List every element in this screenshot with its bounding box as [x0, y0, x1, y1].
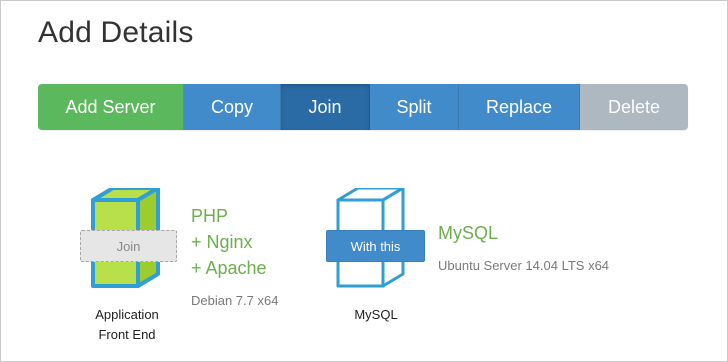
- server-label-line1: MySQL: [354, 307, 398, 322]
- page-title: Add Details: [38, 16, 194, 49]
- stack-item: PHP: [191, 206, 229, 226]
- stack-item: + Nginx: [191, 232, 253, 252]
- with-this-button[interactable]: With this: [326, 230, 425, 262]
- copy-button[interactable]: Copy: [184, 84, 281, 130]
- split-button[interactable]: Split: [370, 84, 459, 130]
- action-toolbar: Add Server Copy Join Split Replace Delet…: [38, 84, 688, 130]
- join-button[interactable]: Join: [281, 84, 370, 130]
- join-chip-button[interactable]: Join: [80, 230, 177, 262]
- server-label-line1: Application: [95, 307, 159, 322]
- server-os: Debian 7.7 x64: [191, 293, 279, 308]
- server-label: MySQL: [321, 305, 431, 325]
- server-stack: MySQL: [438, 220, 498, 246]
- server-label: Application Front End: [72, 305, 182, 345]
- delete-button[interactable]: Delete: [580, 84, 688, 130]
- stack-item: MySQL: [438, 223, 499, 243]
- server-stack: PHP + Nginx + Apache: [191, 203, 267, 281]
- replace-button[interactable]: Replace: [459, 84, 580, 130]
- add-server-button[interactable]: Add Server: [38, 84, 184, 130]
- server-os: Ubuntu Server 14.04 LTS x64: [438, 258, 610, 273]
- server-label-line2: Front End: [98, 327, 156, 342]
- stack-item: + Apache: [191, 258, 267, 278]
